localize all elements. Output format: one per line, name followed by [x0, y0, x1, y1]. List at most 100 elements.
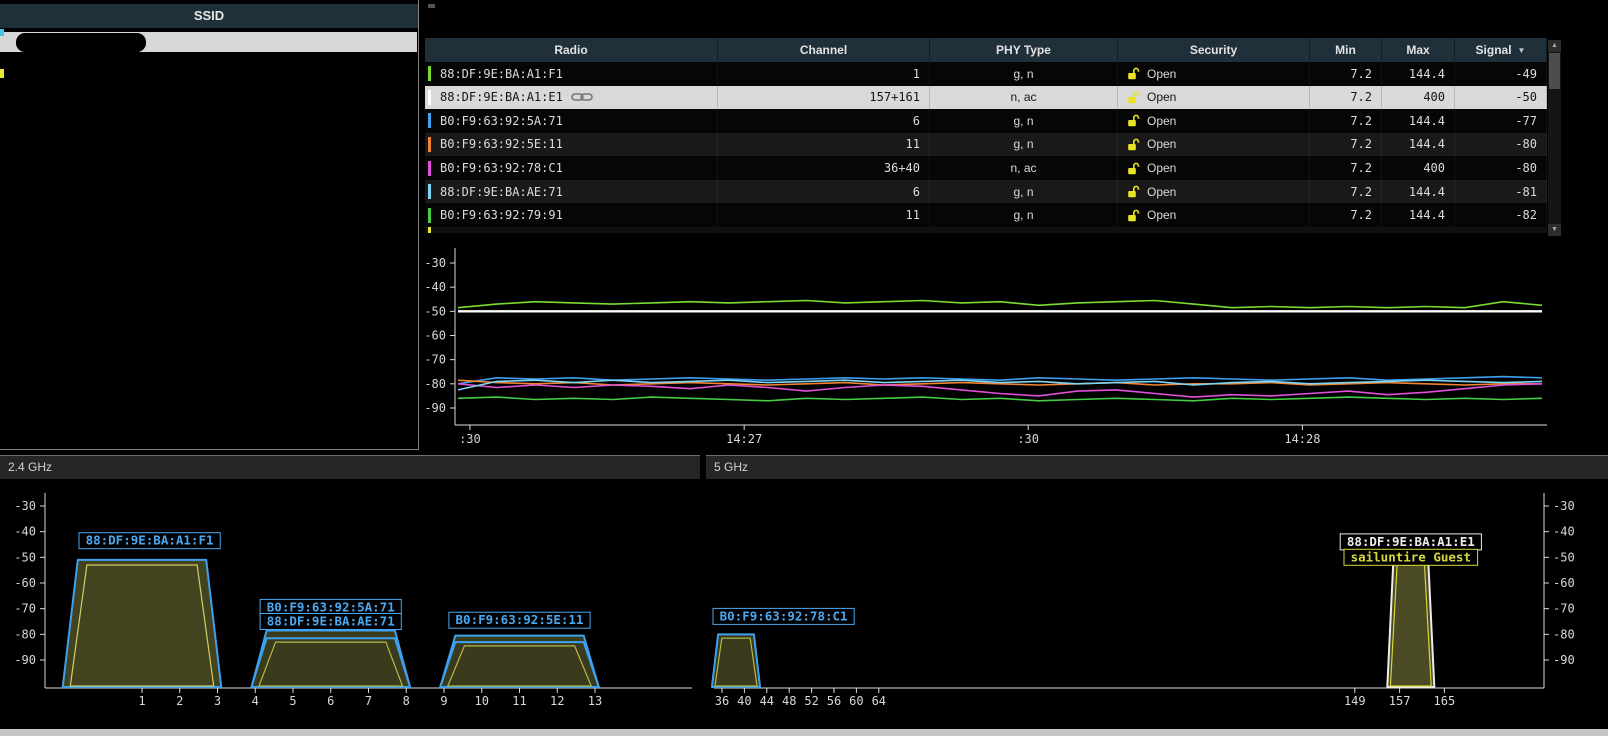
cell-security: Open — [1118, 180, 1310, 204]
cell-max: 400 — [1382, 156, 1455, 180]
cell-radio: 88:DF:9E:BA:A1:E1 — [425, 86, 718, 110]
cell-min-value: 7.2 — [1350, 137, 1372, 151]
column-header-max[interactable]: Max — [1382, 38, 1455, 62]
redaction-scribble — [0, 28, 418, 80]
network-shape-88-DF-9E-BA-A1-F1[interactable] — [63, 560, 222, 687]
table-row[interactable]: B0:F9:63:92:5E:1111g, nOpen7.2144.4-80 — [425, 133, 1547, 157]
table-row[interactable]: 88:DF:9E:BA:AE:716g, nOpen7.2144.4-81 — [425, 180, 1547, 204]
window-artifact — [428, 4, 435, 8]
band-label-5ghz: 5 GHz — [706, 456, 1608, 479]
cell-min-value: 7.2 — [1350, 161, 1372, 175]
column-label: Min — [1335, 43, 1356, 57]
table-row[interactable]: B0:F9:63:92:79:9111g, nOpen7.2144.4-82 — [425, 203, 1547, 227]
column-header-phy-type[interactable]: PHY Type — [930, 38, 1118, 62]
cell-min: 7.2 — [1310, 109, 1382, 133]
table-body: 88:DF:9E:BA:A1:F11g, nOpen7.2144.4-4988:… — [425, 62, 1547, 227]
table-row[interactable]: 88:DF:9E:BA:A1:E1157+161n, acOpen7.2400-… — [425, 86, 1547, 110]
window-bottom-edge — [0, 729, 1608, 736]
column-header-security[interactable]: Security — [1118, 38, 1310, 62]
axis-label: -70 — [1553, 602, 1575, 616]
chart-primitive — [1128, 120, 1136, 126]
axis-label: -90 — [425, 401, 446, 415]
scrollbar-thumb[interactable] — [1549, 53, 1560, 89]
axis-label: -70 — [425, 353, 446, 367]
column-label: Max — [1406, 43, 1429, 57]
axis-label: -70 — [14, 602, 36, 616]
network-shape-B0-F9-63-92-79-91[interactable] — [440, 642, 599, 687]
cell-signal-value: -77 — [1515, 114, 1537, 128]
cell-channel: 6 — [718, 180, 930, 204]
cell-min-value: 7.2 — [1350, 208, 1372, 222]
spectrum-2-4ghz[interactable]: -30-40-50-60-70-80-901234567891011121388… — [0, 479, 700, 728]
cell-channel-value: 6 — [913, 114, 920, 128]
axis-label: sailuntire Guest — [1351, 549, 1471, 564]
series-B0-F9-63-92-79-91[interactable] — [458, 397, 1542, 401]
cell-max-value: 144.4 — [1409, 185, 1445, 199]
radio-mac: B0:F9:63:92:78:C1 — [440, 161, 563, 175]
axis-label: 40 — [737, 694, 751, 708]
cell-max: 144.4 — [1382, 62, 1455, 86]
scroll-down-button[interactable]: ▼ — [1548, 224, 1561, 236]
network-color-indicator — [428, 137, 431, 152]
table-scrollbar[interactable]: ▲ ▼ — [1548, 40, 1561, 236]
cell-security: Open — [1118, 109, 1310, 133]
table-row-partial[interactable] — [425, 227, 1547, 233]
series-B0-F9-63-92-78-C1[interactable] — [458, 384, 1542, 397]
network-label-B0-F9-63-92-78-C1[interactable]: B0:F9:63:92:78:C1 — [713, 608, 854, 624]
security-value: Open — [1147, 161, 1176, 175]
column-label: Channel — [800, 43, 847, 57]
axis-label: 165 — [1434, 694, 1456, 708]
axis-label: 11 — [512, 694, 526, 708]
signal-time-chart[interactable]: -30-40-50-60-70-80-90:3014:27:3014:28 — [425, 240, 1555, 455]
axis-label: -50 — [1553, 550, 1575, 564]
network-shape-88-DF-9E-BA-AE-71[interactable] — [251, 638, 410, 687]
chart-primitive — [1128, 168, 1136, 174]
table-row[interactable]: B0:F9:63:92:78:C136+40n, acOpen7.2400-80 — [425, 156, 1547, 180]
chart-primitive — [1128, 144, 1136, 150]
chart-primitive — [1134, 186, 1139, 191]
cell-max: 144.4 — [1382, 180, 1455, 204]
cell-channel: 157+161 — [718, 86, 930, 110]
scroll-up-button[interactable]: ▲ — [1548, 40, 1561, 52]
radio-mac: B0:F9:63:92:5E:11 — [440, 137, 563, 151]
column-header-signal[interactable]: Signal▼ — [1455, 38, 1547, 62]
column-header-min[interactable]: Min — [1310, 38, 1382, 62]
axis-label: 10 — [475, 694, 489, 708]
cell-min-value: 7.2 — [1350, 90, 1372, 104]
cell-security: Open — [1118, 133, 1310, 157]
axis-label: -50 — [425, 304, 446, 318]
cell-signal-value: -81 — [1515, 185, 1537, 199]
axis-label: 2 — [176, 694, 183, 708]
spectrum-5ghz[interactable]: -30-40-50-60-70-80-903640444852566064149… — [706, 479, 1608, 728]
table-row[interactable]: 88:DF:9E:BA:A1:F11g, nOpen7.2144.4-49 — [425, 62, 1547, 86]
lock-open-icon — [1127, 91, 1141, 104]
cell-min-value: 7.2 — [1350, 114, 1372, 128]
spectrum-panel-5ghz: 5 GHz -30-40-50-60-70-80-903640444852566… — [706, 455, 1608, 728]
cell-phy-type: n, ac — [930, 86, 1118, 110]
cell-min: 7.2 — [1310, 133, 1382, 157]
radio-mac: 88:DF:9E:BA:A1:F1 — [440, 67, 563, 81]
axis-label: 88:DF:9E:BA:A1:F1 — [86, 533, 214, 548]
network-color-indicator — [428, 227, 431, 233]
axis-label: B0:F9:63:92:5E:11 — [456, 612, 584, 627]
axis-label: 88:DF:9E:BA:A1:E1 — [1347, 534, 1475, 549]
column-header-radio[interactable]: Radio — [425, 38, 718, 62]
radio-mac: 88:DF:9E:BA:A1:E1 — [440, 90, 563, 104]
network-color-indicator — [428, 208, 431, 223]
security-value: Open — [1147, 90, 1176, 104]
network-label-88-DF-9E-BA-A1-F1[interactable]: 88:DF:9E:BA:A1:F1 — [79, 533, 220, 549]
network-label-88-DF-9E-BA-A1-E1[interactable]: 88:DF:9E:BA:A1:E1 — [1340, 534, 1481, 550]
axis-label: -60 — [425, 329, 446, 343]
network-label-sailuntire-Guest[interactable]: sailuntire Guest — [1344, 549, 1478, 565]
column-header-channel[interactable]: Channel — [718, 38, 930, 62]
chart-primitive — [1134, 139, 1139, 144]
network-label-B0-F9-63-92-5E-11[interactable]: B0:F9:63:92:5E:11 — [449, 612, 590, 628]
cell-signal-value: -50 — [1515, 90, 1537, 104]
security-value: Open — [1147, 114, 1176, 128]
table-row[interactable]: B0:F9:63:92:5A:716g, nOpen7.2144.4-77 — [425, 109, 1547, 133]
cell-signal-value: -49 — [1515, 67, 1537, 81]
cell-max-value: 144.4 — [1409, 67, 1445, 81]
series-88-DF-9E-BA-A1-F1[interactable] — [458, 301, 1542, 308]
axis-label: -60 — [14, 576, 36, 590]
network-label-88-DF-9E-BA-AE-71[interactable]: 88:DF:9E:BA:AE:71 — [260, 614, 401, 630]
